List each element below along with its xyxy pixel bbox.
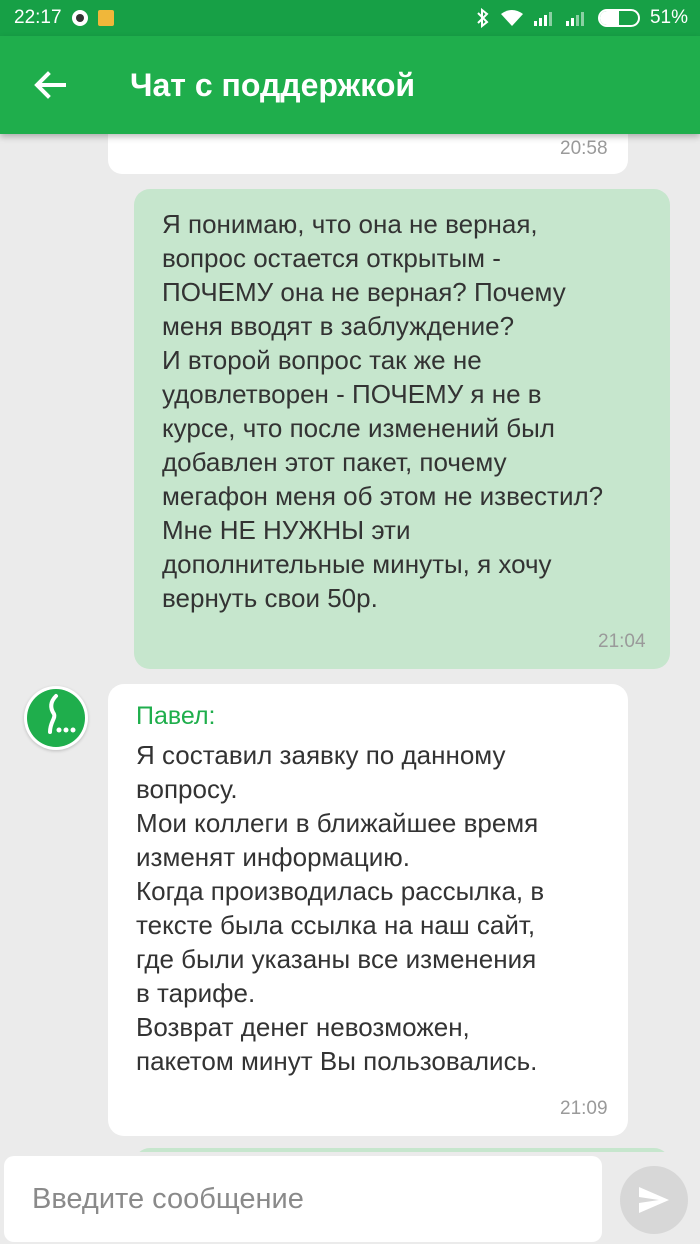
megafon-logo-icon — [27, 689, 85, 747]
composer-bar — [0, 1152, 700, 1244]
battery-percent: 51% — [649, 7, 688, 28]
message-bubble-outgoing[interactable]: Я понимаю, что она не верная, вопрос ост… — [134, 189, 670, 669]
avatar — [24, 686, 88, 750]
bluetooth-icon — [476, 8, 490, 28]
message-bubble-incoming[interactable]: 20:58 — [108, 134, 628, 174]
message-time: 20:58 — [560, 138, 608, 159]
signal-icon — [533, 10, 556, 26]
status-left: 22:17 — [14, 7, 114, 29]
app-bar: Чат с поддержкой — [0, 36, 700, 134]
battery-fill — [599, 11, 620, 25]
status-time: 22:17 — [14, 7, 62, 28]
send-icon — [639, 1187, 669, 1213]
message-time: 21:09 — [560, 1098, 608, 1119]
notification-flag-icon — [97, 10, 114, 26]
status-right: 51% — [476, 7, 688, 29]
status-bar: 22:17 51% — [0, 0, 700, 36]
wifi-icon — [500, 9, 524, 27]
message-time: 21:04 — [598, 631, 646, 652]
arrow-left-icon — [34, 71, 66, 99]
message-bubble-incoming[interactable]: Павел: Я составил заявку по данному вопр… — [108, 684, 628, 1136]
battery-icon — [597, 9, 640, 27]
message-list[interactable]: 20:58 Я понимаю, что она не верная, вопр… — [0, 134, 700, 1152]
message-text: Я составил заявку по данному вопросу. Мо… — [136, 740, 545, 1076]
page-title: Чат с поддержкой — [130, 66, 416, 103]
notification-icon — [71, 10, 88, 26]
send-button[interactable] — [620, 1166, 688, 1234]
message-author: Павел: — [136, 702, 216, 730]
message-text: Я понимаю, что она не верная, вопрос ост… — [162, 209, 604, 613]
message-input[interactable] — [4, 1156, 602, 1242]
back-button[interactable] — [0, 36, 100, 134]
signal-icon-2 — [565, 10, 588, 26]
